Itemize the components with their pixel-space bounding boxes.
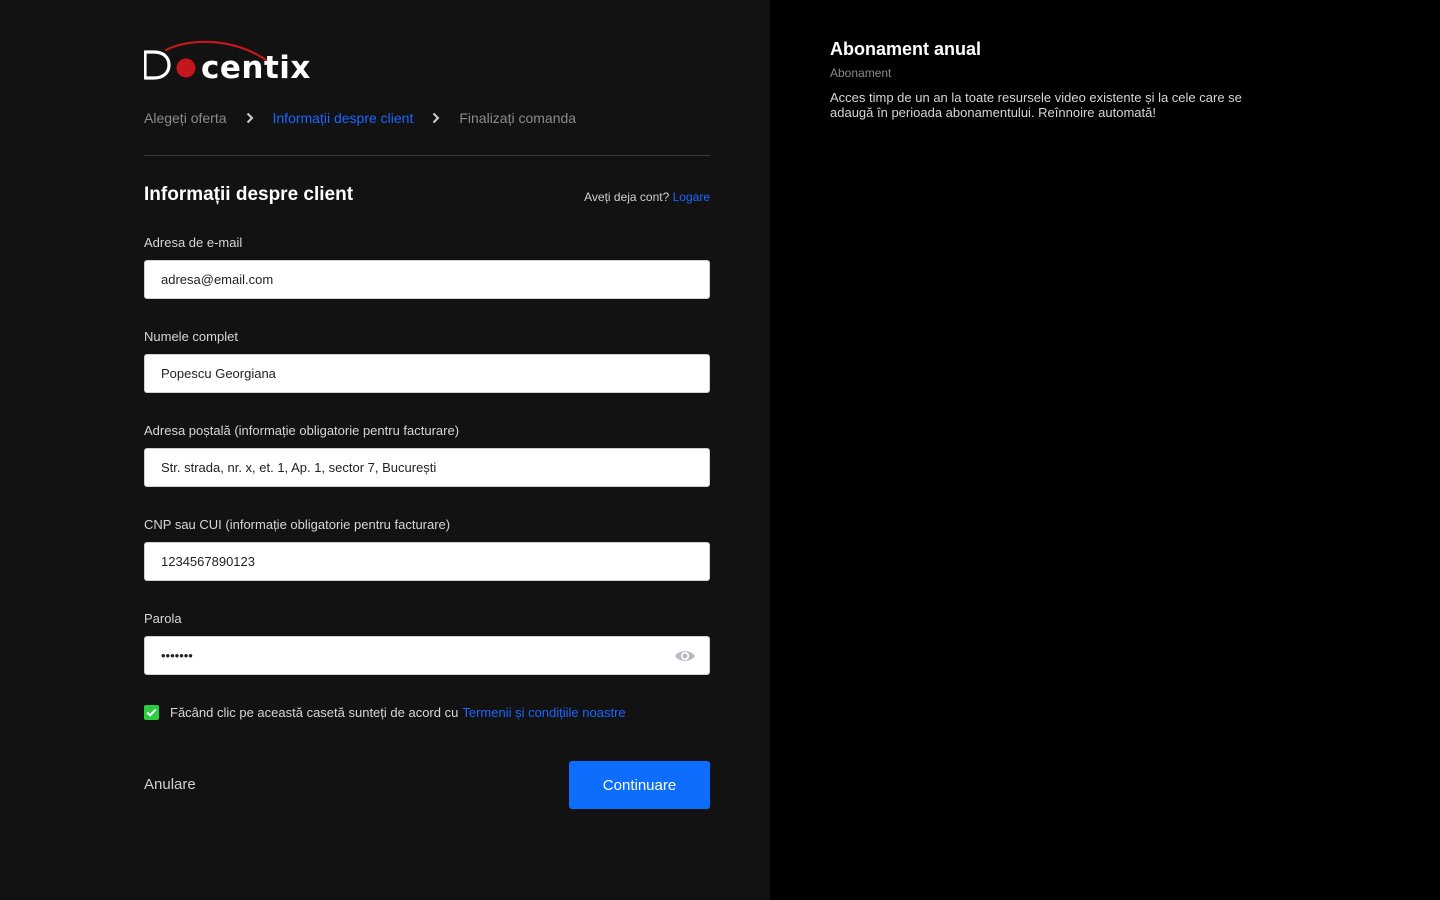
chevron-right-icon xyxy=(227,112,273,124)
plan-type: Abonament xyxy=(830,66,892,80)
step-finalize-order: Finalizați comanda xyxy=(459,110,577,126)
plan-title: Abonament anual xyxy=(830,39,982,59)
address-label: Adresa poștală (informație obligatorie p… xyxy=(144,423,460,438)
checkout-steps: Alegeți oferta Informații despre client … xyxy=(144,108,576,128)
cancel-button[interactable]: Anulare xyxy=(144,776,196,793)
svg-text:centix: centix xyxy=(201,50,311,84)
terms-link[interactable]: Termenii și condițiile noastre xyxy=(462,705,625,720)
chevron-right-icon xyxy=(413,112,459,124)
docentix-logo[interactable]: centix xyxy=(144,40,316,84)
cnp-field[interactable] xyxy=(144,542,710,581)
address-field[interactable] xyxy=(144,448,710,487)
logo-graphic: centix xyxy=(144,40,311,84)
cnp-label: CNP sau CUI (informație obligatorie pent… xyxy=(144,517,451,532)
name-field[interactable] xyxy=(144,354,710,393)
email-label: Adresa de e-mail xyxy=(144,235,243,250)
email-field[interactable] xyxy=(144,260,710,299)
check-icon xyxy=(146,708,157,717)
login-link[interactable]: Logare xyxy=(673,190,710,204)
terms-row: Făcând clic pe această casetă sunteți de… xyxy=(144,705,626,720)
account-prompt: Aveți deja cont? Logare xyxy=(584,190,710,204)
plan-description: Acces timp de un an la toate resursele v… xyxy=(830,90,1242,120)
continue-button[interactable]: Continuare xyxy=(569,761,710,809)
checkout-form-panel: centix Alegeți oferta Informații despre … xyxy=(0,0,770,900)
eye-icon[interactable] xyxy=(674,647,696,665)
step-choose-offer[interactable]: Alegeți oferta xyxy=(144,110,227,126)
order-summary-panel xyxy=(770,0,1440,900)
password-field[interactable] xyxy=(144,636,710,675)
password-label: Parola xyxy=(144,611,182,626)
terms-text: Făcând clic pe această casetă sunteți de… xyxy=(170,705,459,720)
divider xyxy=(144,155,710,156)
terms-checkbox[interactable] xyxy=(144,705,159,720)
account-prompt-text: Aveți deja cont? xyxy=(584,190,670,204)
form-title: Informații despre client xyxy=(144,184,354,205)
step-client-info[interactable]: Informații despre client xyxy=(273,110,414,126)
name-label: Numele complet xyxy=(144,329,238,344)
